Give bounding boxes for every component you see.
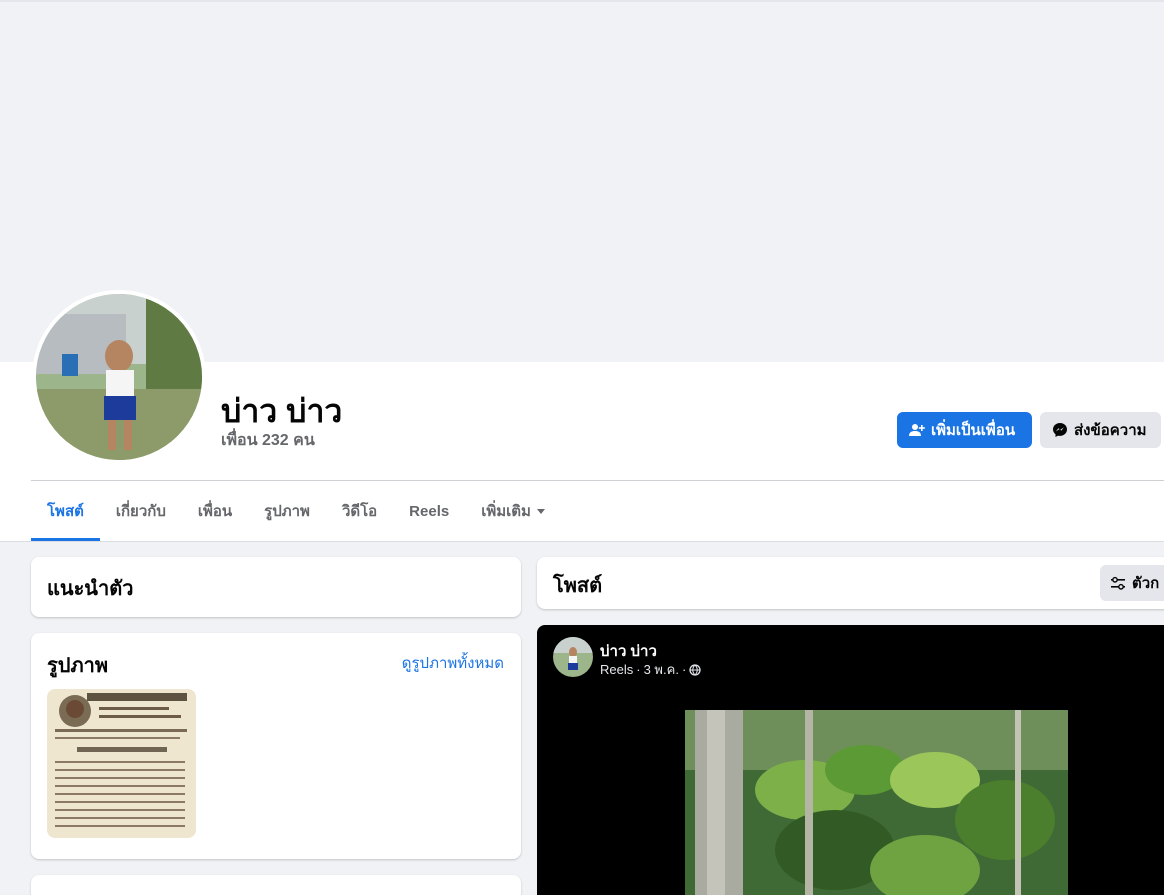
reel-video[interactable] (685, 710, 1068, 895)
tab-label: เกี่ยวกับ (115, 503, 166, 520)
tab-about[interactable]: เกี่ยวกับ (100, 481, 182, 541)
tab-photos[interactable]: รูปภาพ (248, 481, 326, 541)
reel-post[interactable]: บ่าว บ่าว Reels · 3 พ.ค. · (537, 625, 1164, 895)
video-frame (685, 710, 1068, 895)
profile-avatar[interactable] (32, 290, 206, 464)
intro-title: แนะนำตัว (47, 578, 134, 600)
tab-label: เพื่อน (197, 503, 233, 520)
messenger-icon (1053, 423, 1067, 437)
tab-label: Reels (409, 502, 450, 520)
post-meta: Reels · 3 พ.ค. · (600, 659, 701, 680)
post-author-avatar[interactable] (553, 637, 593, 677)
meta-separator: · (681, 662, 687, 677)
post-source[interactable]: Reels (600, 662, 633, 677)
profile-tabs: โพสต์ เกี่ยวกับ เพื่อน รูปภาพ วิดีโอ Ree… (31, 481, 561, 541)
add-friend-label: เพิ่มเป็นเพื่อน (931, 422, 1016, 439)
filter-label: ตัวก (1132, 575, 1160, 592)
profile-page: บ่าว บ่าว เพื่อน 232 คน เพิ่มเป็นเพื่อน … (0, 0, 1164, 895)
profile-photo (36, 294, 202, 460)
tab-label: รูปภาพ (264, 503, 310, 520)
message-button[interactable]: ส่งข้อความ (1040, 412, 1161, 448)
globe-icon (689, 663, 701, 676)
tab-reels[interactable]: Reels (393, 481, 465, 541)
posts-title: โพสต์ (553, 575, 603, 597)
caret-down-icon (536, 508, 545, 514)
filter-button[interactable]: ตัวก (1100, 565, 1164, 601)
friends-count[interactable]: เพื่อน 232 คน (221, 428, 315, 453)
see-all-photos-link[interactable]: ดูรูปภาพทั้งหมด (402, 651, 504, 675)
posts-header-card: โพสต์ ตัวก (537, 557, 1164, 609)
message-label: ส่งข้อความ (1074, 422, 1147, 439)
tab-posts[interactable]: โพสต์ (31, 481, 100, 541)
friends-card (31, 875, 521, 895)
cover-photo-area[interactable] (0, 0, 1164, 362)
meta-separator: · (636, 662, 641, 677)
tab-more[interactable]: เพิ่มเติม (465, 481, 561, 541)
announcement-photo (47, 689, 196, 838)
add-friend-button[interactable]: เพิ่มเป็นเพื่อน (897, 412, 1032, 448)
tab-label: วิดีโอ (341, 503, 378, 520)
tab-friends[interactable]: เพื่อน (182, 481, 248, 541)
post-date[interactable]: 3 พ.ค. (644, 659, 679, 680)
photos-title: รูปภาพ (47, 655, 109, 677)
author-photo (553, 637, 593, 677)
photo-thumbnail[interactable] (47, 689, 196, 838)
tab-videos[interactable]: วิดีโอ (326, 481, 393, 541)
person-add-icon (909, 424, 925, 436)
filter-sliders-icon (1111, 576, 1125, 590)
intro-card: แนะนำตัว (31, 557, 521, 617)
tab-label: เพิ่มเติม (481, 503, 531, 520)
photos-card: รูปภาพ ดูรูปภาพทั้งหมด (31, 633, 521, 859)
tab-label: โพสต์ (47, 503, 84, 520)
